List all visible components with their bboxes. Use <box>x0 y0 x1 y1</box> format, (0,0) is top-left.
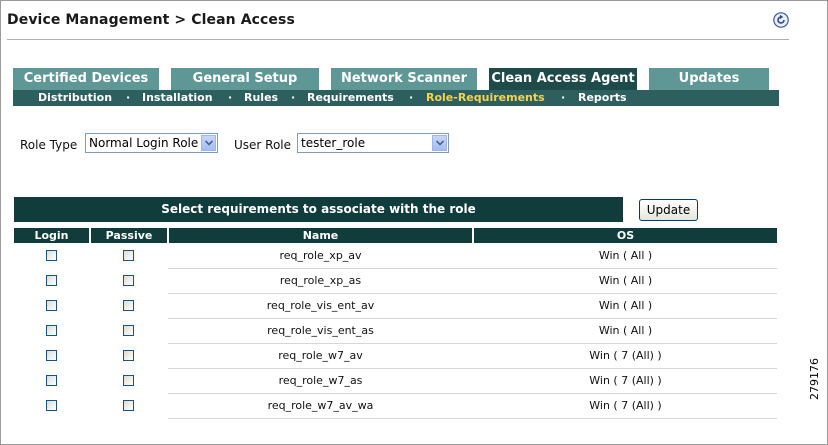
requirement-name: req_role_w7_as <box>278 374 363 387</box>
table-row: req_role_vis_ent_as Win ( All ) <box>14 319 777 344</box>
login-checkbox[interactable] <box>46 375 57 386</box>
tab-network-scanner[interactable]: Network Scanner <box>331 68 477 90</box>
subnav-role-requirements[interactable]: Role-Requirements <box>426 91 545 104</box>
passive-checkbox[interactable] <box>123 250 134 261</box>
role-type-value: Normal Login Role <box>89 136 199 150</box>
requirement-name: req_role_vis_ent_as <box>267 324 374 337</box>
login-checkbox[interactable] <box>46 300 57 311</box>
subnav-separator: · <box>228 91 233 104</box>
column-header-login: Login <box>14 228 89 243</box>
requirement-name: req_role_w7_av <box>278 349 363 362</box>
login-checkbox[interactable] <box>46 250 57 261</box>
requirement-os: Win ( 7 (All) ) <box>589 374 662 387</box>
main-tabs: Certified Devices General Setup Network … <box>13 68 779 90</box>
subnav-rules[interactable]: Rules <box>244 91 278 104</box>
chevron-down-icon[interactable] <box>432 135 447 151</box>
subnav-separator: · <box>561 91 566 104</box>
requirement-os: Win ( All ) <box>598 274 653 287</box>
subnav-distribution[interactable]: Distribution <box>38 91 112 104</box>
column-header-passive: Passive <box>91 228 167 243</box>
chevron-down-icon[interactable] <box>201 135 216 151</box>
table-row: req_role_w7_av Win ( 7 (All) ) <box>14 344 777 369</box>
update-button[interactable]: Update <box>639 199 698 221</box>
login-checkbox[interactable] <box>46 275 57 286</box>
sub-navigation: Distribution · Installation · Rules · Re… <box>13 90 779 106</box>
requirement-name: req_role_xp_av <box>279 249 362 262</box>
passive-checkbox[interactable] <box>123 350 134 361</box>
requirement-name: req_role_vis_ent_av <box>266 299 375 312</box>
subnav-requirements[interactable]: Requirements <box>307 91 394 104</box>
tab-general-setup[interactable]: General Setup <box>171 68 319 90</box>
tab-updates[interactable]: Updates <box>649 68 769 90</box>
requirement-name: req_role_xp_as <box>279 274 362 287</box>
role-type-select[interactable]: Normal Login Role <box>85 133 218 153</box>
subnav-reports[interactable]: Reports <box>578 91 627 104</box>
subnav-separator: · <box>291 91 296 104</box>
login-checkbox[interactable] <box>46 350 57 361</box>
user-role-select[interactable]: tester_role <box>297 133 449 153</box>
subnav-separator: · <box>409 91 414 104</box>
table-row: req_role_w7_av_wa Win ( 7 (All) ) <box>14 394 777 419</box>
requirement-name: req_role_w7_av_wa <box>267 399 374 412</box>
figure-number: 279176 <box>808 358 821 400</box>
passive-checkbox[interactable] <box>123 375 134 386</box>
table-row: req_role_w7_as Win ( 7 (All) ) <box>14 369 777 394</box>
row-divider <box>168 418 777 419</box>
subnav-separator: · <box>126 91 131 104</box>
title-divider <box>7 39 789 40</box>
passive-checkbox[interactable] <box>123 400 134 411</box>
requirement-os: Win ( 7 (All) ) <box>589 349 662 362</box>
login-checkbox[interactable] <box>46 400 57 411</box>
user-role-value: tester_role <box>301 136 366 150</box>
refresh-icon[interactable] <box>773 12 789 28</box>
table-row: req_role_vis_ent_av Win ( All ) <box>14 294 777 319</box>
column-header-os: OS <box>474 228 777 243</box>
passive-checkbox[interactable] <box>123 275 134 286</box>
table-row: req_role_xp_av Win ( All ) <box>14 244 777 269</box>
tab-certified-devices[interactable]: Certified Devices <box>13 68 159 90</box>
requirement-os: Win ( All ) <box>598 299 653 312</box>
requirement-os: Win ( All ) <box>598 249 653 262</box>
subnav-installation[interactable]: Installation <box>142 91 213 104</box>
requirement-os: Win ( 7 (All) ) <box>589 399 662 412</box>
page-title: Device Management > Clean Access <box>7 12 295 28</box>
requirements-banner: Select requirements to associate with th… <box>14 197 623 222</box>
requirement-os: Win ( All ) <box>598 324 653 337</box>
tab-clean-access-agent[interactable]: Clean Access Agent <box>489 68 637 90</box>
role-type-label: Role Type <box>20 138 78 152</box>
login-checkbox[interactable] <box>46 325 57 336</box>
table-row: req_role_xp_as Win ( All ) <box>14 269 777 294</box>
user-role-label: User Role <box>234 138 292 152</box>
passive-checkbox[interactable] <box>123 325 134 336</box>
passive-checkbox[interactable] <box>123 300 134 311</box>
column-header-name: Name <box>169 228 472 243</box>
